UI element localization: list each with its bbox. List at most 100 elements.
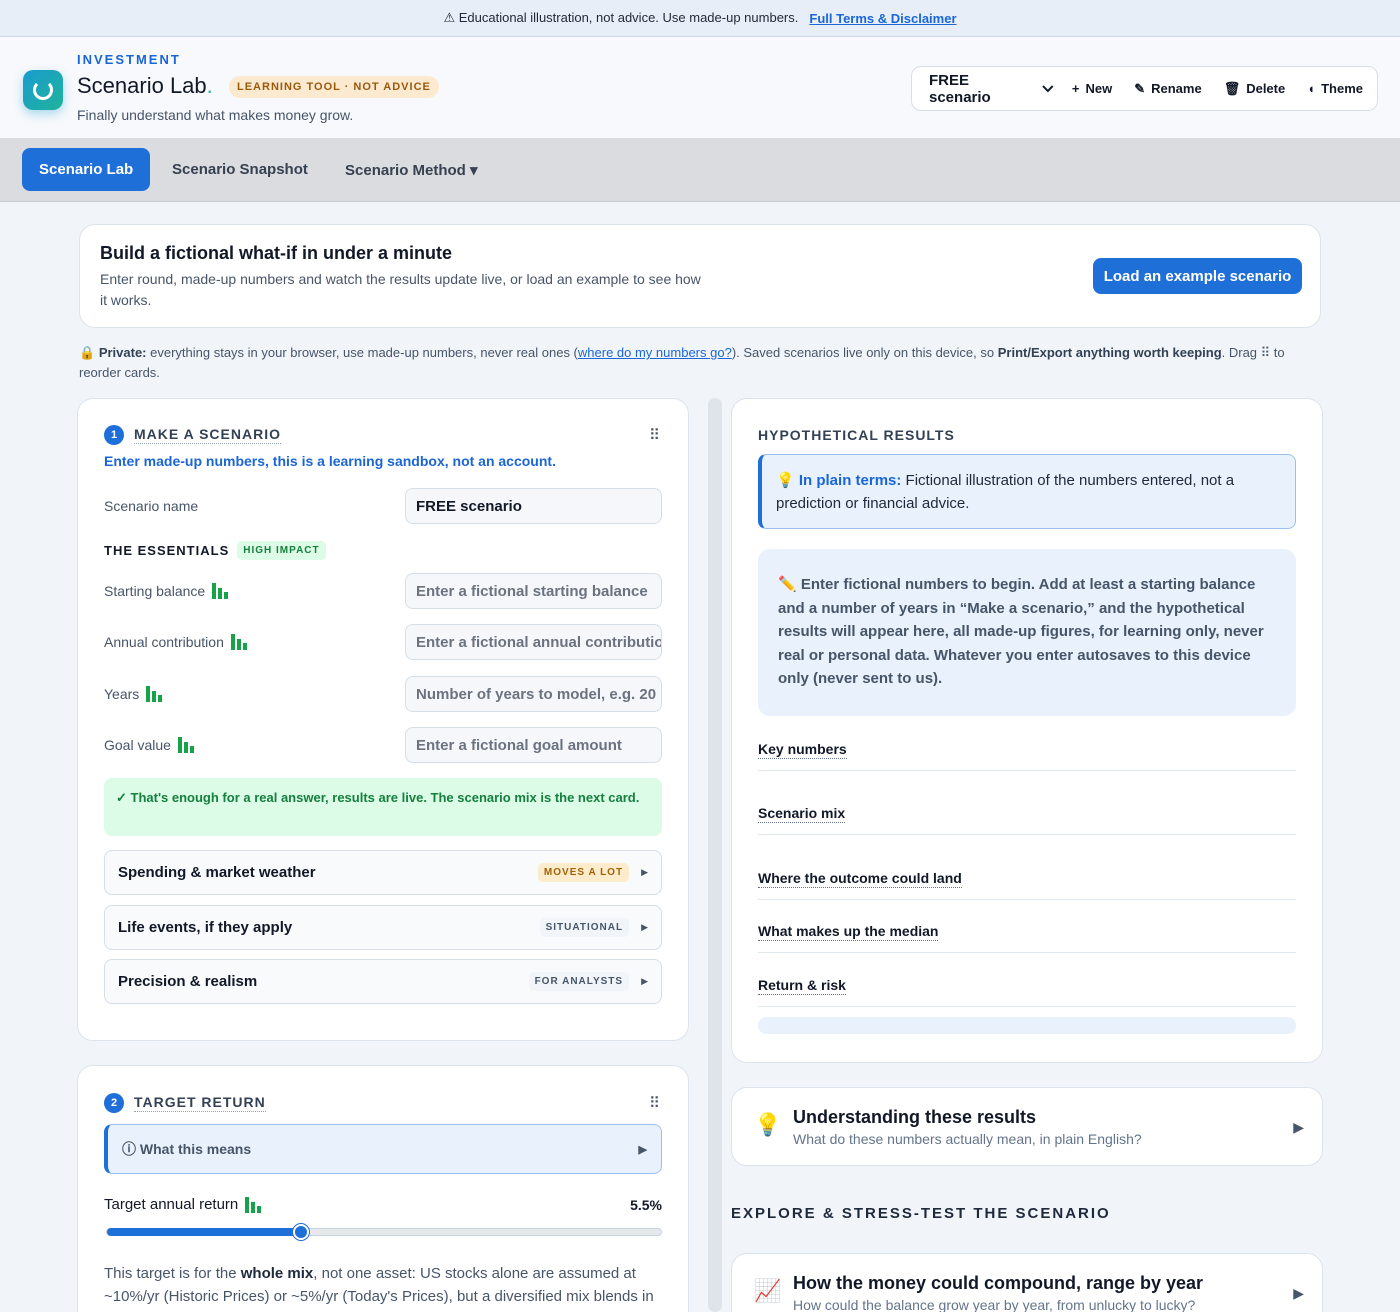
lock-icon: 🔒 (79, 345, 96, 360)
scenario-name-input[interactable]: FREE scenario (405, 488, 662, 524)
scenario-mix-heading[interactable]: Scenario mix (758, 805, 846, 823)
outcome-range-section: Where the outcome could land (758, 870, 1296, 900)
target-return-value: 5.5% (630, 1197, 662, 1213)
drag-handle-icon[interactable]: ⠿ (649, 1094, 660, 1112)
refresh-ring-icon (33, 80, 53, 100)
tab-scenario-lab[interactable]: Scenario Lab (22, 148, 151, 191)
privacy-text: everything stays in your browser, use ma… (146, 345, 578, 360)
starting-balance-label-text: Starting balance (104, 583, 206, 599)
learning-tool-pill: LEARNING TOOL · NOT ADVICE (229, 76, 439, 98)
accordion-title: Precision & realism (118, 973, 258, 990)
banner-text: ⚠ Educational illustration, not advice. … (443, 10, 799, 25)
target-return-header: 2 TARGET RETURN (104, 1093, 266, 1113)
trash-icon: 🗑 (1223, 80, 1241, 96)
outcome-range-heading[interactable]: Where the outcome could land (758, 870, 962, 888)
intro-title: Build a fictional what-if in under a min… (100, 243, 453, 263)
goal-value-input[interactable]: Enter a fictional goal amount (405, 727, 662, 763)
annual-contribution-label: Annual contribution (104, 634, 247, 650)
privacy-note: 🔒 Private: everything stays in your brow… (79, 343, 1319, 383)
target-description: This target is for the whole mix, not on… (104, 1262, 662, 1308)
scenario-mix-section: Scenario mix (758, 805, 1296, 835)
terms-link[interactable]: Full Terms & Disclaimer (809, 11, 956, 26)
results-title: HYPOTHETICAL RESULTS (758, 427, 955, 443)
median-breakdown-heading[interactable]: What makes up the median (758, 923, 939, 941)
impact-bars-icon (212, 583, 229, 599)
pencil-icon: ✎ (1134, 80, 1146, 96)
slider-thumb[interactable] (292, 1224, 309, 1240)
app-logo (23, 70, 63, 110)
results-card: HYPOTHETICAL RESULTS 💡 In plain terms: F… (731, 398, 1323, 1063)
return-risk-heading[interactable]: Return & risk (758, 977, 846, 995)
loading-placeholder (758, 1017, 1296, 1034)
scenario-select[interactable]: FREE scenario (929, 72, 1054, 106)
accordion-title: Life events, if they apply (118, 919, 293, 936)
impact-bars-icon (177, 737, 194, 753)
results-live-message: ✓ That's enough for a real answer, resul… (104, 778, 662, 836)
starting-balance-input[interactable]: Enter a fictional starting balance (405, 573, 662, 609)
plain-terms-note: 💡 In plain terms: Fictional illustration… (758, 454, 1296, 529)
impact-bars-icon (146, 686, 163, 702)
what-this-means-toggle[interactable]: ⓘ What this means ▶ (104, 1124, 662, 1174)
load-example-button[interactable]: Load an example scenario (1093, 258, 1302, 294)
app-title: Scenario Lab. (77, 73, 213, 99)
tab-scenario-snapshot[interactable]: Scenario Snapshot (155, 148, 325, 191)
goal-value-label: Goal value (104, 737, 194, 753)
target-desc-text: This target is for the (104, 1265, 241, 1282)
step-number: 1 (104, 425, 124, 445)
rename-label: Rename (1151, 81, 1202, 96)
what-this-means-label: ⓘ What this means (122, 1141, 252, 1157)
app-kicker: INVESTMENT (77, 52, 181, 67)
delete-button[interactable]: 🗑 Delete (1224, 81, 1286, 97)
delete-label: Delete (1246, 81, 1286, 96)
theme-label: Theme (1321, 81, 1363, 96)
understanding-results-card[interactable]: 💡 Understanding these results What do th… (731, 1087, 1323, 1166)
privacy-label: Private: (98, 345, 147, 360)
scenario-select-value: FREE scenario (929, 71, 991, 106)
theme-button[interactable]: ◖ Theme (1307, 81, 1363, 96)
annual-contribution-input[interactable]: Enter a fictional annual contribution (405, 624, 662, 660)
moves-a-lot-badge: MOVES A LOT (537, 863, 630, 882)
where-numbers-go-link[interactable]: where do my numbers go? (578, 345, 732, 360)
main-nav: Scenario Lab Scenario Snapshot Scenario … (0, 138, 1400, 202)
print-export-emphasis: Print/Export anything worth keeping (997, 345, 1222, 360)
chart-up-icon: 📈 (754, 1278, 782, 1303)
target-return-title[interactable]: TARGET RETURN (134, 1094, 266, 1112)
scenario-toolbar: FREE scenario + New ✎ Rename 🗑 Delete ◖ … (911, 66, 1378, 111)
column-resize-handle[interactable] (708, 398, 722, 1312)
lightbulb-icon: 💡 (776, 472, 795, 489)
starting-balance-label: Starting balance (104, 583, 229, 599)
new-button[interactable]: + New (1072, 81, 1112, 96)
median-breakdown-section: What makes up the median (758, 923, 1296, 953)
intro-card: Build a fictional what-if in under a min… (79, 224, 1321, 328)
make-scenario-card: 1 MAKE A SCENARIO ⠿ Enter made-up number… (77, 398, 689, 1041)
rename-button[interactable]: ✎ Rename (1134, 81, 1201, 97)
accordion-precision-realism[interactable]: Precision & realism FOR ANALYSTS ▶ (104, 959, 662, 1004)
target-return-slider[interactable] (106, 1224, 662, 1240)
app-header: INVESTMENT Scenario Lab. LEARNING TOOL ·… (0, 37, 1400, 138)
triangle-right-icon: ▶ (1293, 1285, 1304, 1301)
key-numbers-section: Key numbers (758, 741, 1296, 771)
lightbulb-icon: 💡 (754, 1112, 782, 1137)
compound-range-title: How the money could compound, range by y… (793, 1273, 1204, 1293)
drag-handle-icon[interactable]: ⠿ (649, 426, 660, 444)
years-input[interactable]: Number of years to model, e.g. 20 (405, 676, 662, 712)
years-label: Years (104, 686, 163, 702)
compound-range-card[interactable]: 📈 How the money could compound, range by… (731, 1253, 1323, 1312)
return-risk-section: Return & risk (758, 977, 1296, 1007)
triangle-right-icon: ▶ (641, 922, 648, 932)
scenario-name-label: Scenario name (104, 498, 199, 514)
triangle-right-icon: ▶ (1293, 1119, 1304, 1135)
target-desc-emphasis: whole mix (240, 1265, 314, 1282)
impact-bars-icon (230, 634, 247, 650)
accordion-life-events[interactable]: Life events, if they apply SITUATIONAL ▶ (104, 905, 662, 950)
key-numbers-heading[interactable]: Key numbers (758, 741, 847, 759)
half-moon-icon: ◖ (1307, 81, 1316, 96)
tab-scenario-method[interactable]: Scenario Method ▾ (328, 148, 495, 191)
understanding-title: Understanding these results (793, 1107, 1037, 1127)
make-scenario-title[interactable]: MAKE A SCENARIO (134, 426, 281, 444)
chevron-down-icon (1042, 84, 1054, 92)
intro-description: Enter round, made-up numbers and watch t… (100, 271, 701, 308)
step-number: 2 (104, 1093, 124, 1113)
essentials-heading: THE ESSENTIALS HIGH IMPACT (104, 541, 326, 560)
accordion-spending-market[interactable]: Spending & market weather MOVES A LOT ▶ (104, 850, 662, 895)
